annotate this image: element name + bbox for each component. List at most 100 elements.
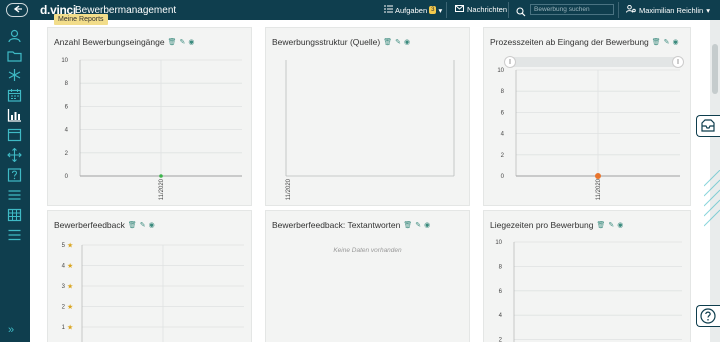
back-arrow-icon[interactable] <box>6 3 28 17</box>
user-menu[interactable]: Maximilian Reichlin ▾ <box>626 4 710 15</box>
y-tick-label: 0 <box>65 174 69 180</box>
table-icon[interactable] <box>7 208 22 222</box>
asterisk-icon[interactable] <box>7 68 22 82</box>
card-title: Bewerberfeedback: Textantworten <box>272 220 401 230</box>
sidebar: » <box>0 20 30 342</box>
y-tick-label: 8 <box>65 81 69 87</box>
search-input[interactable] <box>530 4 614 15</box>
card-title: Prozesszeiten ab Eingang der Bewerbung <box>490 37 649 47</box>
chart-icon[interactable] <box>7 108 22 122</box>
y-tick-label: 0 <box>501 174 505 180</box>
star-icon: ★ <box>67 283 73 291</box>
divider <box>446 2 447 18</box>
y-tick-label: 6 <box>501 110 505 116</box>
y-tick-label: 4 <box>501 132 505 138</box>
chevron-down-icon: ▾ <box>706 5 710 15</box>
decorative-stripes <box>704 170 720 227</box>
messages-link[interactable]: Nachrichten <box>455 5 507 14</box>
help-icon[interactable] <box>696 305 720 327</box>
y-tick-label: 6 <box>499 289 503 295</box>
tasks-menu[interactable]: Aufgaben 3 ▾ <box>384 5 442 15</box>
chart: 11/2020 <box>272 54 468 204</box>
card-bewerbungseingaenge: Anzahl Bewerbungseingänge 🗑 ✎ ◉ 0 2 4 6 8 10 1… <box>47 27 252 206</box>
card-liegezeiten: Liegezeiten pro Bewerbung 🗑 ✎ ◉ 2 4 6 8 10 <box>483 210 691 342</box>
tasks-list-icon <box>384 5 393 15</box>
divider <box>508 2 509 18</box>
trash-icon[interactable]: 🗑 <box>403 221 412 229</box>
menu-icon[interactable] <box>7 228 22 242</box>
trash-icon[interactable]: 🗑 <box>383 38 392 46</box>
eye-icon[interactable]: ◉ <box>188 38 194 46</box>
calendar-icon[interactable] <box>7 88 22 102</box>
trash-icon[interactable]: 🗑 <box>128 221 137 229</box>
edit-icon[interactable]: ✎ <box>395 38 401 46</box>
chart: 5 ★ 4 ★ 3 ★ 2 ★ 1 ★ <box>54 237 250 342</box>
y-tick-label: 2 <box>65 151 69 157</box>
user-icon[interactable] <box>7 29 22 43</box>
dashboard: Anzahl Bewerbungseingänge 🗑 ✎ ◉ 0 2 4 6 8 10 1… <box>30 20 710 342</box>
y-tick-label: 10 <box>61 58 68 64</box>
user-settings-icon <box>626 4 636 15</box>
question-icon[interactable] <box>7 168 22 182</box>
star-icon: ★ <box>67 303 73 311</box>
chart: 2 4 6 8 10 <box>490 237 688 342</box>
y-tick-label: 2 <box>62 305 66 311</box>
y-tick-label: 8 <box>499 264 503 270</box>
x-tick-label: 11/2020 <box>159 178 165 200</box>
edit-icon[interactable]: ✎ <box>608 221 614 229</box>
chart: 0 2 4 6 8 10 11/2020 <box>490 62 688 204</box>
x-tick-label: 11/2020 <box>286 178 292 200</box>
y-tick-label: 1 <box>62 325 66 331</box>
divider <box>618 2 619 18</box>
eye-icon[interactable]: ◉ <box>424 221 430 229</box>
eye-icon[interactable]: ◉ <box>673 38 679 46</box>
eye-icon[interactable]: ◉ <box>149 221 155 229</box>
card-title: Bewerbungsstruktur (Quelle) <box>272 37 381 47</box>
browser-window-icon[interactable] <box>7 128 22 142</box>
list-icon[interactable] <box>7 188 22 202</box>
x-tick-label: 11/2020 <box>596 178 602 200</box>
card-textantworten: Bewerberfeedback: Textantworten 🗑 ✎ ◉ Ke… <box>265 210 470 342</box>
edit-icon[interactable]: ✎ <box>140 221 146 229</box>
chevron-down-icon: ▾ <box>438 5 443 15</box>
card-bewerbungsstruktur: Bewerbungsstruktur (Quelle) 🗑 ✎ ◉ 11/202… <box>265 27 470 206</box>
trash-icon[interactable]: 🗑 <box>168 38 177 46</box>
expand-sidebar-icon[interactable]: » <box>8 324 14 336</box>
no-data-message: Keine Daten vorhanden <box>333 247 402 254</box>
card-bewerberfeedback: Bewerberfeedback 🗑 ✎ ◉ 5 ★ 4 ★ 3 ★ 2 ★ 1 ★ <box>47 210 252 342</box>
data-point <box>159 174 163 178</box>
y-tick-label: 10 <box>497 68 504 74</box>
tooltip: Meine Reports <box>54 14 108 25</box>
y-tick-label: 10 <box>495 240 502 246</box>
tasks-label: Aufgaben <box>395 5 428 15</box>
scrollbar-thumb[interactable] <box>712 44 718 94</box>
trash-icon[interactable]: 🗑 <box>652 38 661 46</box>
eye-icon[interactable]: ◉ <box>617 221 623 229</box>
chart: 0 2 4 6 8 10 11/2020 <box>54 54 250 204</box>
edit-icon[interactable]: ✎ <box>415 221 421 229</box>
star-icon: ★ <box>67 324 73 332</box>
edit-icon[interactable]: ✎ <box>664 38 670 46</box>
card-prozesszeiten: Prozesszeiten ab Eingang der Bewerbung 🗑… <box>483 27 691 206</box>
tasks-count-badge: 3 <box>429 6 437 14</box>
y-tick-label: 6 <box>65 104 69 110</box>
inbox-icon[interactable] <box>696 115 720 137</box>
move-icon[interactable] <box>7 147 22 163</box>
eye-icon[interactable]: ◉ <box>404 38 410 46</box>
folder-icon[interactable] <box>7 49 22 63</box>
edit-icon[interactable]: ✎ <box>179 38 185 46</box>
user-name: Maximilian Reichlin <box>639 5 704 15</box>
trash-icon[interactable]: 🗑 <box>597 221 606 229</box>
data-point <box>595 173 601 179</box>
card-title: Bewerberfeedback <box>54 220 125 230</box>
y-tick-label: 4 <box>499 313 503 319</box>
card-title: Liegezeiten pro Bewerbung <box>490 220 594 230</box>
envelope-icon <box>455 5 464 14</box>
card-title: Anzahl Bewerbungseingänge <box>54 37 165 47</box>
search-icon[interactable] <box>516 4 526 17</box>
y-tick-label: 3 <box>62 284 66 290</box>
y-tick-label: 4 <box>65 128 69 134</box>
star-icon: ★ <box>67 262 73 270</box>
y-tick-label: 4 <box>62 264 66 270</box>
y-tick-label: 8 <box>501 89 505 95</box>
